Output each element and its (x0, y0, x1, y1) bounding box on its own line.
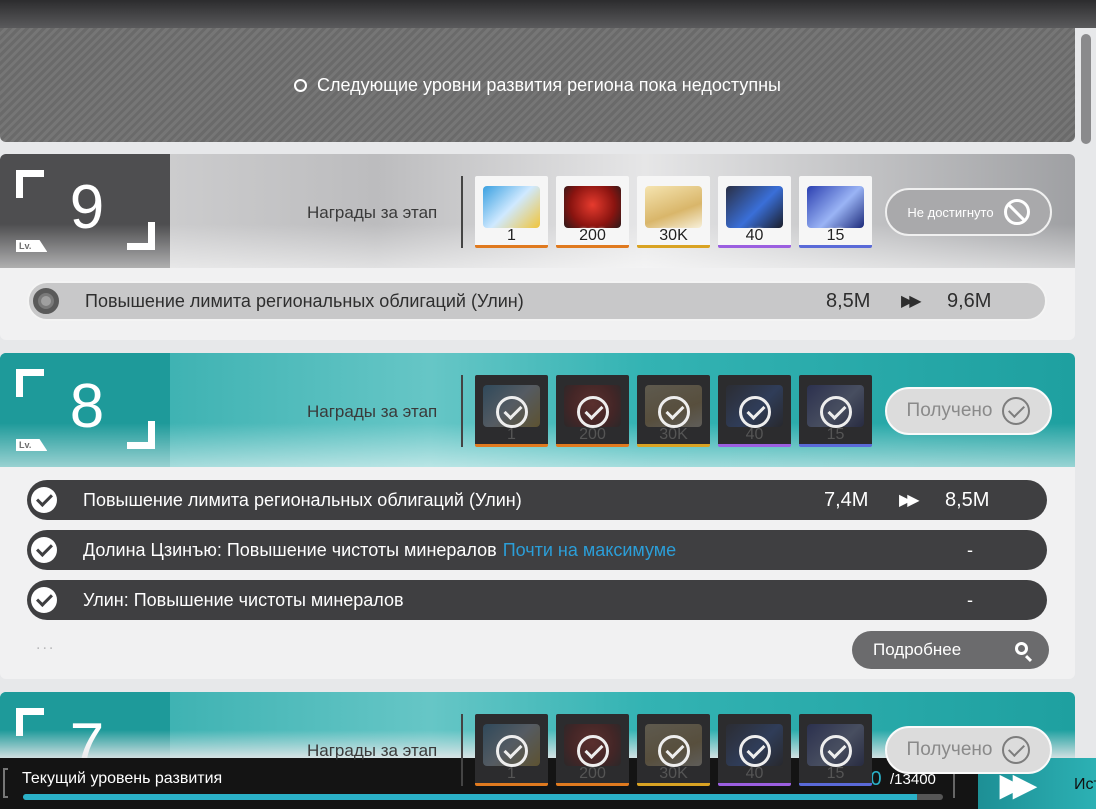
claimed-check-icon (820, 735, 852, 767)
level-tag: Lv. (16, 240, 48, 252)
level-badge: 8 Lv. (0, 353, 170, 467)
rewards-label: Награды за этап (307, 203, 438, 222)
bonus-row: Повышение лимита региональных облигаций … (27, 480, 1047, 520)
check-icon (31, 587, 57, 613)
claimed-check-icon (658, 735, 690, 767)
claimed-check-icon (496, 396, 528, 428)
pending-icon (294, 78, 308, 92)
claimed-check-icon (658, 396, 690, 428)
reward-item[interactable]: 30K (637, 176, 710, 248)
scrollbar-thumb[interactable] (1081, 34, 1091, 144)
max-note: Почти на максимуме (502, 539, 677, 560)
bracket-decoration (3, 768, 8, 798)
reward-item[interactable]: 30K (637, 714, 710, 786)
fast-forward-icon: ▶▶ (899, 492, 920, 509)
check-circle-icon (1002, 397, 1031, 425)
reward-item[interactable]: 1 (475, 176, 548, 248)
check-circle-icon (1002, 736, 1031, 764)
bonus-row: Улин: Повышение чистоты минералов - (27, 580, 1047, 620)
stage-header: 9 Lv. Награды за этап 1 200 30K 40 15 Не… (0, 154, 1075, 268)
bonus-row: Повышение лимита региональных облигаций … (27, 281, 1047, 321)
development-level-label: Текущий уровень развития (22, 770, 223, 787)
stage-card-9: 9 Lv. Награды за этап 1 200 30K 40 15 Не… (0, 154, 1075, 340)
reward-item[interactable]: 200 (556, 176, 629, 248)
more-dots: ... (36, 636, 56, 653)
level-number: 8 (69, 372, 105, 441)
status-not-reached: Не достигнуто (885, 188, 1052, 236)
reward-item[interactable]: 1 (475, 714, 548, 786)
reward-item[interactable]: 15 (799, 375, 872, 447)
reward-item[interactable]: 15 (799, 176, 872, 248)
claimed-check-icon (496, 735, 528, 767)
progress-fill (23, 794, 918, 800)
divider (461, 375, 463, 447)
reward-item[interactable]: 40 (718, 176, 791, 248)
level-badge: 9 Lv. (0, 154, 170, 268)
check-icon (31, 537, 57, 563)
claimed-check-icon (820, 396, 852, 428)
development-progress-bar (23, 794, 943, 800)
status-received: Получено (885, 726, 1052, 774)
check-icon (31, 487, 57, 513)
separator (953, 770, 955, 798)
claimed-check-icon (739, 396, 771, 428)
reward-item[interactable]: 40 (718, 375, 791, 447)
reward-item[interactable]: 1 (475, 375, 548, 447)
search-icon (1015, 642, 1028, 655)
divider (461, 176, 463, 248)
divider (461, 714, 463, 786)
reward-item[interactable]: 30K (637, 375, 710, 447)
fast-forward-icon: ▶▶ (901, 293, 922, 310)
level-tag: Lv. (16, 439, 48, 451)
stage-header: 8 Lv. Награды за этап 1 200 30K 40 15 По… (0, 353, 1075, 467)
stage-card-8: 8 Lv. Награды за этап 1 200 30K 40 15 По… (0, 353, 1075, 679)
locked-banner-text: Следующие уровни развития региона пока н… (317, 74, 781, 95)
claimed-check-icon (577, 396, 609, 428)
locked-levels-banner: Следующие уровни развития региона пока н… (0, 28, 1075, 142)
ban-icon (1003, 199, 1030, 225)
pending-circle-icon (33, 288, 59, 314)
reward-item[interactable]: 40 (718, 714, 791, 786)
reward-item[interactable]: 15 (799, 714, 872, 786)
status-received: Получено (885, 387, 1052, 435)
top-bar (0, 0, 1096, 28)
level-number: 9 (69, 173, 105, 242)
details-button[interactable]: Подробнее (852, 631, 1049, 669)
reward-item[interactable]: 200 (556, 375, 629, 447)
reward-item[interactable]: 200 (556, 714, 629, 786)
claimed-check-icon (577, 735, 609, 767)
bonus-row: Долина Цзинъю: Повышение чистоты минерал… (27, 530, 1047, 570)
claimed-check-icon (739, 735, 771, 767)
rewards-label: Награды за этап (307, 741, 438, 760)
rewards-label: Награды за этап (307, 402, 438, 421)
